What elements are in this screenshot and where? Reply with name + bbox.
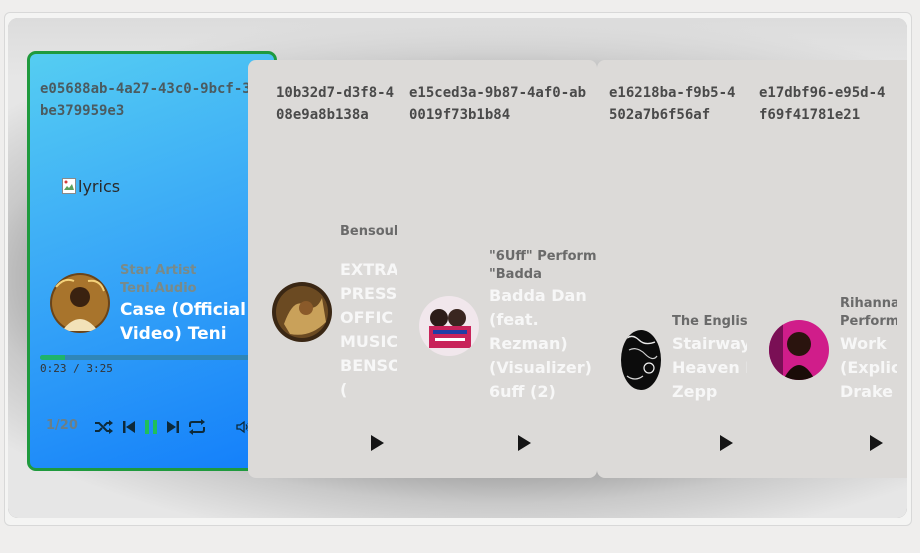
- next-button[interactable]: [163, 418, 183, 436]
- track-avatar: [621, 330, 661, 390]
- play-icon[interactable]: [868, 434, 884, 452]
- queue-card[interactable]: e17dbf96-e95d-4 f69f41781e21 Rihanna Per…: [747, 60, 907, 478]
- repeat-button[interactable]: [187, 418, 207, 436]
- track-avatar: [50, 273, 110, 333]
- track-avatar: [769, 320, 829, 380]
- queue-card-edge[interactable]: [897, 60, 907, 478]
- lyrics-image: lyrics: [62, 174, 120, 198]
- track-artist: "6Uff" Performi "Badda: [489, 249, 597, 282]
- repeat-icon: [189, 419, 205, 435]
- track-id: e15ced3a-9b87-4af0-ab 0019f73b1b84: [409, 85, 587, 123]
- shuffle-button[interactable]: [94, 418, 114, 436]
- queue-card[interactable]: e15ced3a-9b87-4af0-ab 0019f73b1b84 "6Uff…: [397, 60, 597, 478]
- track-title: Case (Official Video) Teni: [120, 300, 246, 344]
- play-icon[interactable]: [718, 434, 734, 452]
- track-id: e05688ab-4a27-43c0-9bcf-37be379959e3: [40, 81, 260, 119]
- play-icon[interactable]: [369, 434, 385, 452]
- track-avatar: [272, 282, 332, 342]
- shuffle-icon: [95, 420, 113, 434]
- skip-previous-icon: [123, 421, 135, 433]
- play-icon[interactable]: [516, 434, 532, 452]
- time-display: 0:23 / 3:25: [40, 362, 113, 375]
- now-playing-card: e05688ab-4a27-43c0-9bcf-37be379959e3 lyr…: [27, 51, 277, 471]
- track-counter: 1/20: [46, 418, 78, 433]
- top-sliver: [0, 0, 920, 3]
- progress-fill: [40, 355, 65, 360]
- track-avatar: [419, 296, 479, 356]
- track-artist: Star Artist Teni.Audio: [120, 263, 197, 296]
- previous-button[interactable]: [119, 418, 139, 436]
- track-id: e17dbf96-e95d-4 f69f41781e21: [759, 85, 886, 123]
- pause-icon: [145, 420, 157, 434]
- broken-image-icon: [62, 178, 76, 194]
- lyrics-alt-text: lyrics: [78, 176, 121, 196]
- track-title: Badda Dan (feat. Rezman) (Visualizer) 6u…: [489, 286, 592, 401]
- skip-next-icon: [167, 421, 179, 433]
- progress-bar[interactable]: [40, 355, 264, 360]
- pause-button[interactable]: [141, 418, 161, 436]
